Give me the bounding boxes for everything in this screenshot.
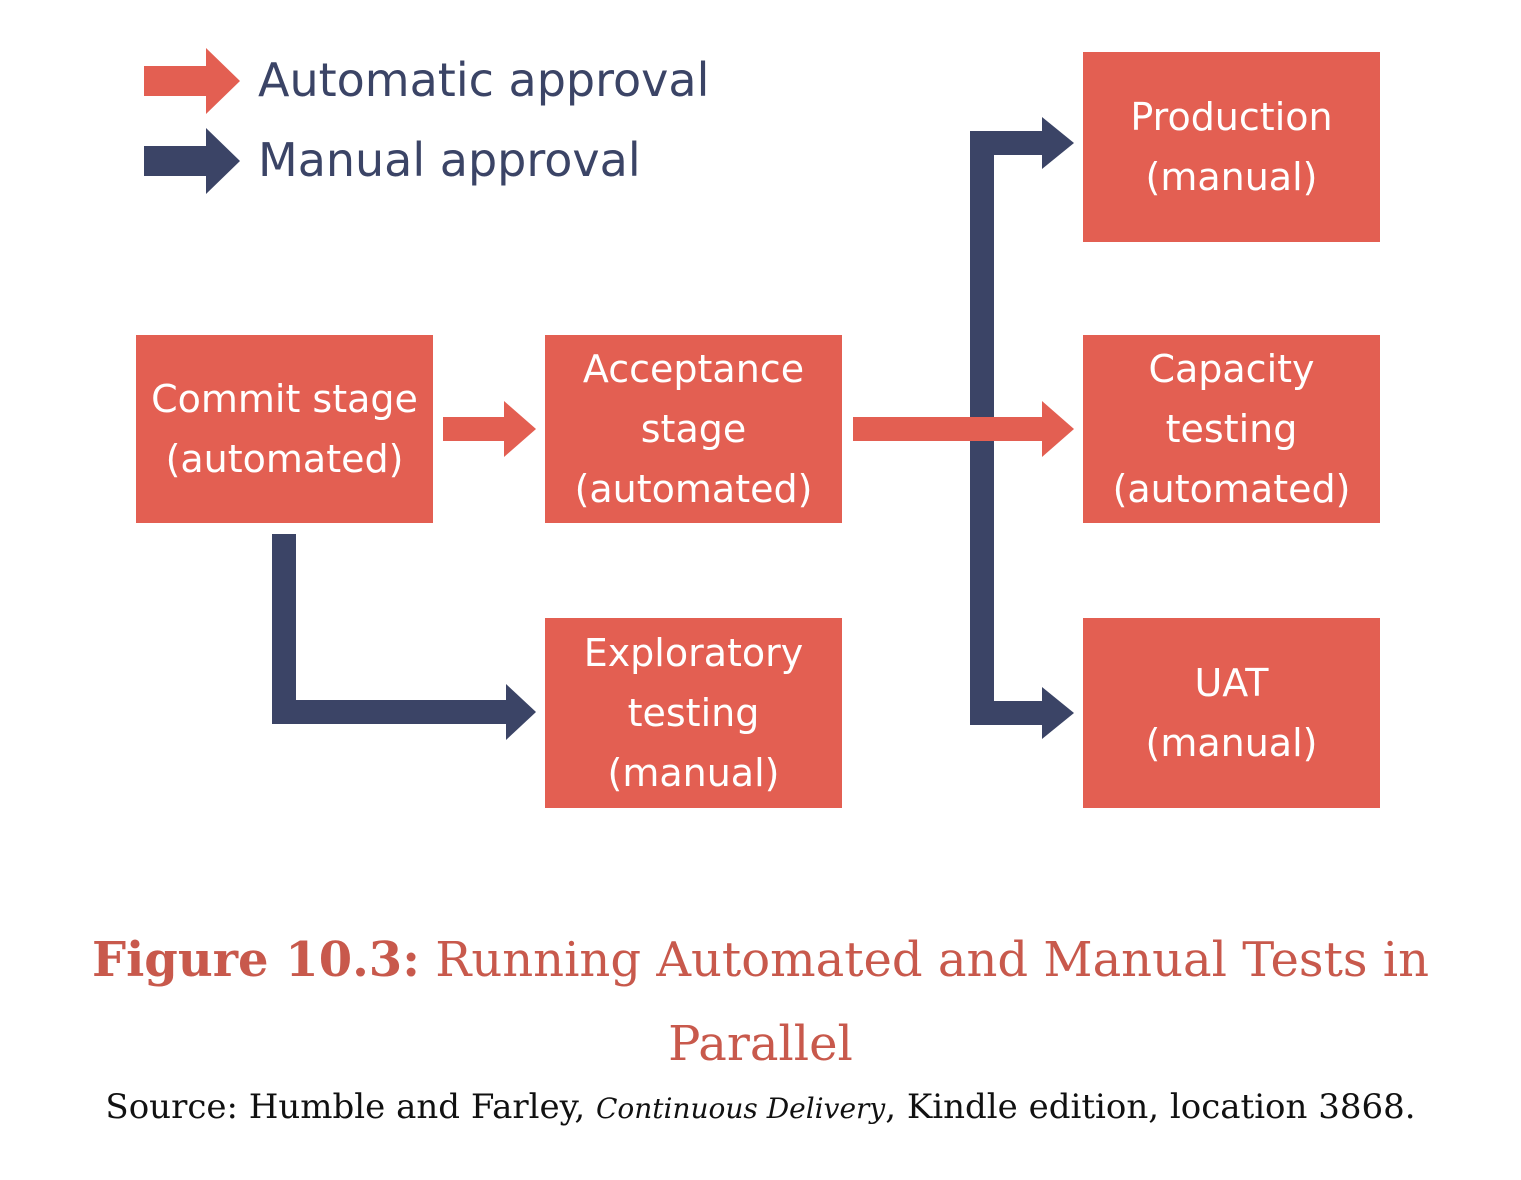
- commit-stage-label: Commit stage (automated): [151, 377, 418, 481]
- figure-page: Automatic approval Manual approval Commi…: [0, 0, 1521, 1180]
- uat-label: UAT (manual): [1145, 661, 1318, 765]
- automatic-arrow-commit-to-acceptance: [443, 401, 536, 457]
- acceptance-stage-box: Acceptance stage (automated): [545, 335, 842, 523]
- uat-box: UAT (manual): [1083, 618, 1380, 808]
- automatic-arrow-acceptance-to-capacity: [853, 401, 1074, 457]
- legend-manual-arrow: [144, 128, 240, 194]
- figure-number: Figure 10.3:: [91, 932, 420, 988]
- legend-automatic-arrow: [144, 48, 240, 114]
- legend-automatic-label: Automatic approval: [258, 53, 710, 107]
- figure-title: Running Automated and Manual Tests in Pa…: [435, 932, 1430, 1072]
- capacity-testing-box: Capacity testing (automated): [1083, 335, 1380, 523]
- source-prefix: Source: Humble and Farley,: [105, 1087, 596, 1127]
- source-suffix: , Kindle edition, location 3868.: [885, 1087, 1416, 1127]
- production-label: Production (manual): [1130, 95, 1333, 199]
- exploratory-testing-box: Exploratory testing (manual): [545, 618, 842, 808]
- legend-manual-label: Manual approval: [258, 133, 641, 187]
- exploratory-testing-label: Exploratory testing (manual): [583, 631, 804, 795]
- manual-arrow-commit-to-exploratory: [272, 534, 536, 740]
- commit-stage-box: Commit stage (automated): [136, 335, 433, 523]
- capacity-testing-label: Capacity testing (automated): [1112, 347, 1351, 511]
- figure-caption: Figure 10.3: Running Automated and Manua…: [0, 918, 1521, 1086]
- source-book-title: Continuous Delivery: [595, 1092, 886, 1125]
- source-citation: Source: Humble and Farley, Continuous De…: [0, 1082, 1521, 1134]
- acceptance-stage-label: Acceptance stage (automated): [574, 347, 813, 511]
- production-box: Production (manual): [1083, 52, 1380, 242]
